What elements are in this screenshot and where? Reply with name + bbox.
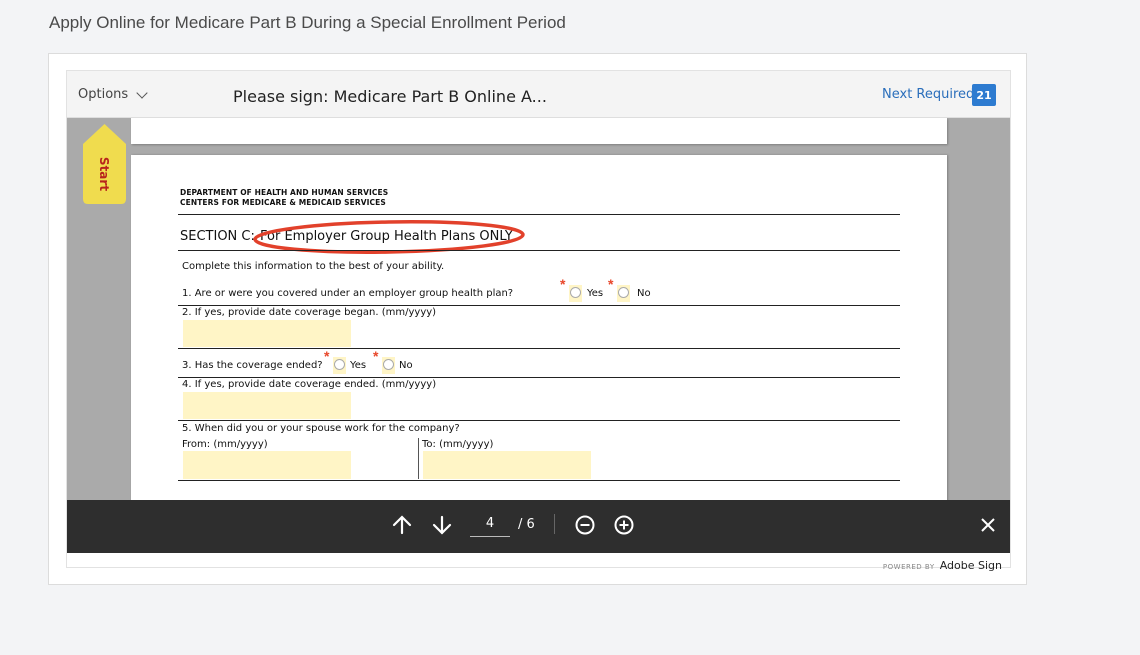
required-star-icon: * (560, 276, 566, 292)
zoom-in-icon (614, 515, 634, 535)
q3-label: 3. Has the coverage ended? (182, 360, 323, 371)
arrow-up-icon (392, 515, 412, 535)
highlight-ellipse (253, 220, 525, 254)
agency-line-1: DEPARTMENT OF HEALTH AND HUMAN SERVICES (180, 188, 389, 197)
divider (178, 420, 900, 421)
divider (178, 214, 900, 215)
previous-page-button[interactable] (391, 514, 413, 541)
q3-no-radio[interactable] (383, 359, 394, 370)
options-menu[interactable]: Options (78, 86, 148, 102)
options-label: Options (78, 87, 129, 102)
q2-label: 2. If yes, provide date coverage began. … (182, 307, 437, 318)
q1-label: 1. Are or were you covered under an empl… (182, 288, 514, 299)
start-tag[interactable]: Start (83, 124, 126, 204)
adobe-sign-brand: Adobe Sign (939, 559, 1002, 572)
q3-no-label: No (399, 360, 413, 371)
q3-yes-label: Yes (350, 360, 367, 371)
q5-from-label: From: (mm/yyyy) (182, 439, 268, 450)
zoom-in-button[interactable] (613, 514, 635, 541)
document-title: Please sign: Medicare Part B Online A... (233, 87, 547, 106)
q3-yes-radio[interactable] (334, 359, 345, 370)
toolbar-separator (554, 514, 555, 534)
start-tag-label: Start (97, 156, 112, 192)
document-canvas[interactable]: Start DEPARTMENT OF HEALTH AND HUMAN SER… (67, 118, 1010, 500)
chevron-down-icon (136, 86, 148, 99)
q1-yes-radio[interactable] (570, 287, 581, 298)
zoom-out-button[interactable] (574, 514, 596, 541)
section-prefix: SECTION C: (180, 229, 255, 244)
instructions-text: Complete this information to the best of… (182, 261, 445, 272)
viewer-topbar: Options Please sign: Medicare Part B Onl… (67, 71, 1010, 118)
q4-label: 4. If yes, provide date coverage ended. … (182, 379, 437, 390)
next-required-button[interactable]: Next Required (882, 87, 974, 102)
q5-to-label: To: (mm/yyyy) (422, 439, 494, 450)
q5-label: 5. When did you or your spouse work for … (182, 423, 460, 434)
q1-yes-label: Yes (587, 288, 604, 299)
column-divider (418, 438, 419, 479)
document-viewer: Options Please sign: Medicare Part B Onl… (66, 70, 1011, 572)
close-icon (981, 518, 995, 532)
zoom-out-icon (575, 515, 595, 535)
document-page: DEPARTMENT OF HEALTH AND HUMAN SERVICES … (131, 155, 947, 500)
agency-line-2: CENTERS FOR MEDICARE & MEDICAID SERVICES (180, 198, 386, 207)
next-page-button[interactable] (431, 514, 453, 541)
previous-page-preview (131, 118, 947, 144)
powered-by-label: POWERED BY (882, 563, 935, 571)
divider (178, 480, 900, 481)
q1-no-radio[interactable] (618, 287, 629, 298)
required-count-badge[interactable]: 21 (972, 84, 996, 106)
divider (178, 305, 900, 306)
divider (178, 250, 900, 251)
arrow-down-icon (432, 515, 452, 535)
required-star-icon: * (608, 276, 614, 292)
q5-from-input[interactable] (183, 451, 351, 479)
required-star-icon: * (373, 348, 379, 364)
q1-no-label: No (637, 288, 651, 299)
q4-date-input[interactable] (183, 392, 351, 419)
page-heading: Apply Online for Medicare Part B During … (49, 13, 566, 32)
required-star-icon: * (324, 348, 330, 364)
q2-date-input[interactable] (183, 320, 351, 347)
powered-by-footer: POWERED BY Adobe Sign (883, 554, 1002, 573)
page-number-input[interactable]: 4 (470, 516, 510, 537)
close-viewer-button[interactable] (980, 517, 996, 538)
divider (178, 348, 900, 349)
page-total: / 6 (518, 517, 535, 532)
divider (178, 377, 900, 378)
page-toolbar: 4 / 6 (67, 500, 1010, 553)
q5-to-input[interactable] (423, 451, 591, 479)
